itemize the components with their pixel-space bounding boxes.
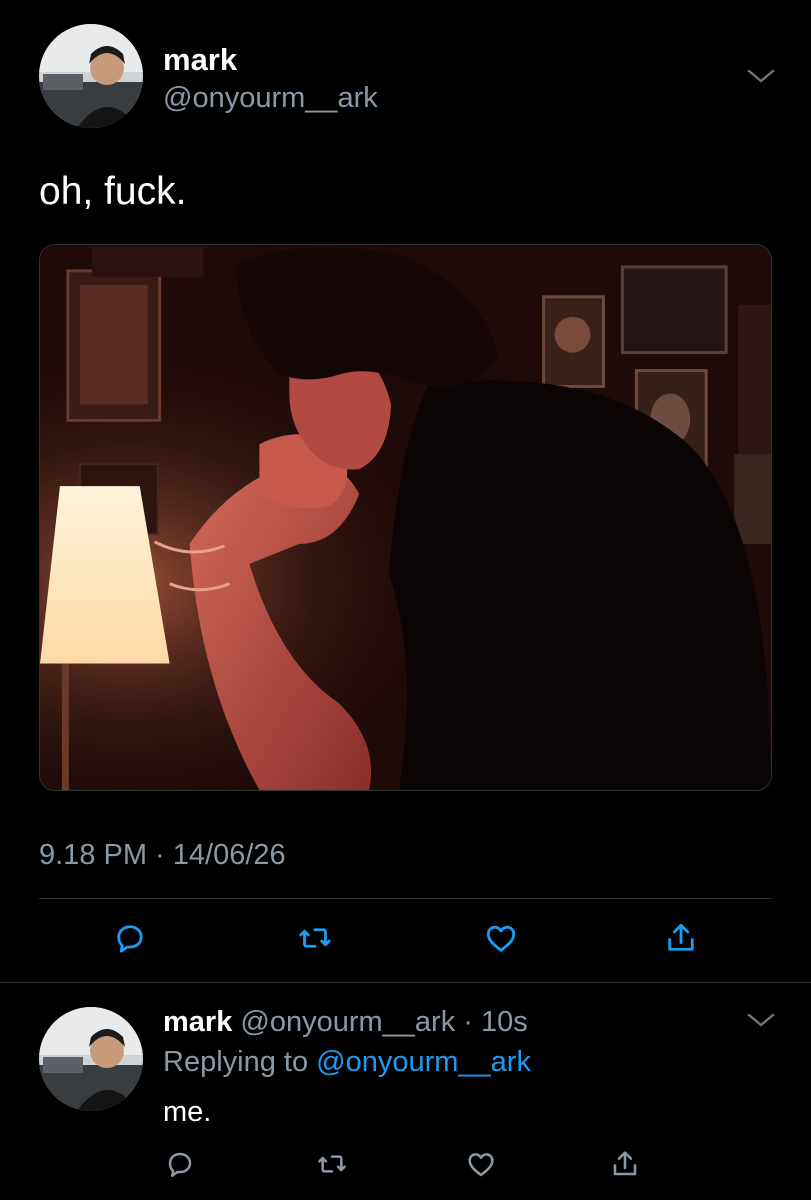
reply-icon (117, 925, 143, 953)
tweet-photo[interactable] (39, 244, 772, 791)
author-handle[interactable]: @onyourm__ark (163, 80, 378, 116)
reply-button[interactable] (108, 916, 152, 960)
retweet-icon (318, 1155, 346, 1173)
reply-author-name[interactable]: mark (163, 1006, 232, 1038)
chevron-down-icon[interactable] (746, 1010, 776, 1030)
avatar-image (39, 1007, 143, 1111)
tweet-text: oh, fuck. (39, 170, 187, 213)
author-name[interactable]: mark (163, 40, 237, 80)
like-button[interactable] (459, 1142, 503, 1186)
divider (0, 982, 811, 983)
replying-to: Replying to @onyourm__ark (163, 1043, 531, 1081)
reply-meta: @onyourm__ark · 10s (240, 1006, 528, 1038)
retweet-button[interactable] (293, 916, 337, 960)
retweet-icon (299, 928, 331, 948)
author-avatar[interactable] (39, 24, 143, 128)
chevron-down-icon[interactable] (746, 66, 776, 86)
heart-icon (468, 1153, 494, 1177)
share-button[interactable] (603, 1142, 647, 1186)
reply-icon (168, 1152, 192, 1177)
replying-prefix: Replying to (163, 1046, 317, 1078)
retweet-button[interactable] (310, 1142, 354, 1186)
photo-image (40, 245, 771, 790)
avatar-image (39, 24, 143, 128)
reply-button[interactable] (158, 1142, 202, 1186)
reply-header: mark @onyourm__ark · 10s (163, 1003, 528, 1041)
share-icon (668, 923, 694, 951)
heart-icon (486, 925, 516, 952)
reply-author-avatar[interactable] (39, 1007, 143, 1111)
divider (39, 898, 772, 899)
reply-text: me. (163, 1096, 212, 1128)
replying-to-link[interactable]: @onyourm__ark (316, 1046, 531, 1078)
like-button[interactable] (479, 916, 523, 960)
share-icon (613, 1151, 637, 1176)
share-button[interactable] (659, 916, 703, 960)
tweet-timestamp[interactable]: 9.18 PM · 14/06/26 (39, 836, 286, 874)
